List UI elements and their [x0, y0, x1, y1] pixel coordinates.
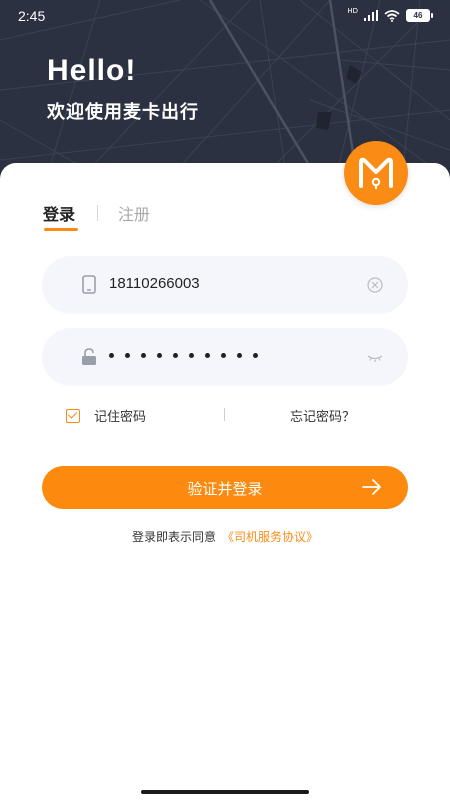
- password-dot: [141, 353, 146, 358]
- phone-icon: [82, 275, 96, 294]
- forgot-password-link[interactable]: 忘记密码？: [290, 406, 355, 425]
- agreement-prefix: 登录即表示同意: [131, 530, 216, 544]
- signal-icon: [364, 10, 378, 21]
- lock-icon: [82, 348, 96, 365]
- remember-label: 记住密码: [94, 410, 147, 425]
- password-dot: [125, 353, 130, 358]
- wifi-icon: [384, 9, 400, 22]
- agreement-text: 登录即表示同意 《司机服务协议》: [0, 528, 450, 545]
- home-indicator: [141, 790, 309, 794]
- options-divider: [224, 408, 225, 421]
- password-dot: [173, 353, 178, 358]
- auth-tabs: 登录 注册: [43, 201, 150, 231]
- password-dot: [221, 353, 226, 358]
- tab-divider: [97, 205, 99, 221]
- greeting-title: Hello!: [47, 54, 137, 87]
- phone-field[interactable]: 18110266003: [42, 256, 408, 314]
- password-input[interactable]: [109, 353, 258, 358]
- status-bar: 2:45 HD 46: [0, 0, 450, 32]
- welcome-subtitle: 欢迎使用麦卡出行: [47, 102, 199, 123]
- status-icons: HD 46: [347, 7, 433, 22]
- remember-checkbox[interactable]: [66, 408, 80, 423]
- password-field[interactable]: [42, 328, 408, 386]
- brand-logo: [344, 141, 408, 205]
- password-dot: [157, 353, 162, 358]
- tab-login[interactable]: 登录: [43, 201, 79, 231]
- password-dot: [253, 353, 258, 358]
- password-dot: [189, 353, 194, 358]
- remember-password[interactable]: 记住密码: [66, 406, 146, 425]
- status-time: 2:45: [18, 8, 46, 24]
- password-dot: [205, 353, 210, 358]
- arrow-right-icon: [362, 479, 381, 495]
- battery-indicator: 46: [406, 9, 433, 22]
- login-button[interactable]: 验证并登录: [42, 466, 408, 509]
- network-type: HD: [347, 7, 358, 15]
- phone-input[interactable]: 18110266003: [109, 275, 200, 292]
- tab-register[interactable]: 注册: [118, 201, 150, 225]
- password-dot: [237, 353, 242, 358]
- driver-agreement-link[interactable]: 《司机服务协议》: [222, 530, 318, 544]
- brand-m-icon: [359, 157, 393, 189]
- eye-closed-icon[interactable]: [366, 348, 384, 366]
- login-button-label: 验证并登录: [187, 480, 263, 498]
- password-dot: [109, 353, 114, 358]
- clear-icon[interactable]: [366, 276, 384, 294]
